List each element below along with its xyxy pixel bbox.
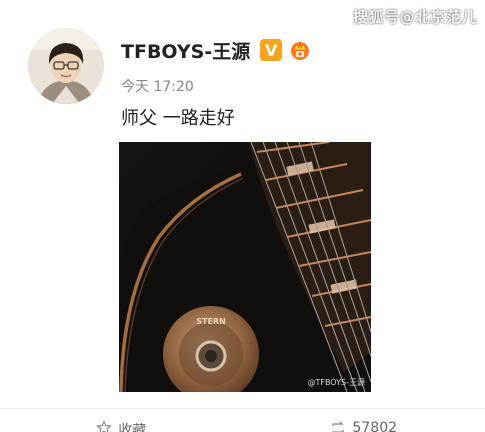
action-bar: 收藏 57802 bbox=[0, 420, 485, 432]
repost-button[interactable]: 57802 bbox=[243, 420, 485, 432]
svg-text:STERN: STERN bbox=[196, 317, 226, 326]
username[interactable]: TFBOYS-王源 bbox=[121, 37, 250, 64]
author-row: TFBOYS-王源 V bbox=[121, 36, 312, 64]
image-watermark: @TFBOYS-王源 bbox=[307, 378, 365, 387]
divider bbox=[0, 408, 485, 409]
post-text: 师父 一路走好 bbox=[121, 108, 235, 129]
star-icon bbox=[96, 420, 113, 432]
avatar[interactable] bbox=[28, 28, 104, 104]
post-image[interactable]: STERN @TFBOYS-王源 bbox=[119, 142, 371, 392]
repost-icon bbox=[332, 421, 345, 432]
favorite-button[interactable]: 收藏 bbox=[0, 420, 243, 432]
post-timestamp: 今天 17:20 bbox=[121, 79, 194, 95]
avatar-image bbox=[28, 28, 104, 104]
vip-crown-icon[interactable] bbox=[288, 38, 312, 62]
source-watermark: 搜狐号@北京范儿 bbox=[352, 8, 477, 26]
guitar-photo: STERN bbox=[119, 142, 371, 392]
favorite-label: 收藏 bbox=[118, 423, 147, 432]
verified-v-icon[interactable]: V bbox=[260, 39, 283, 61]
repost-count: 57802 bbox=[352, 420, 398, 432]
